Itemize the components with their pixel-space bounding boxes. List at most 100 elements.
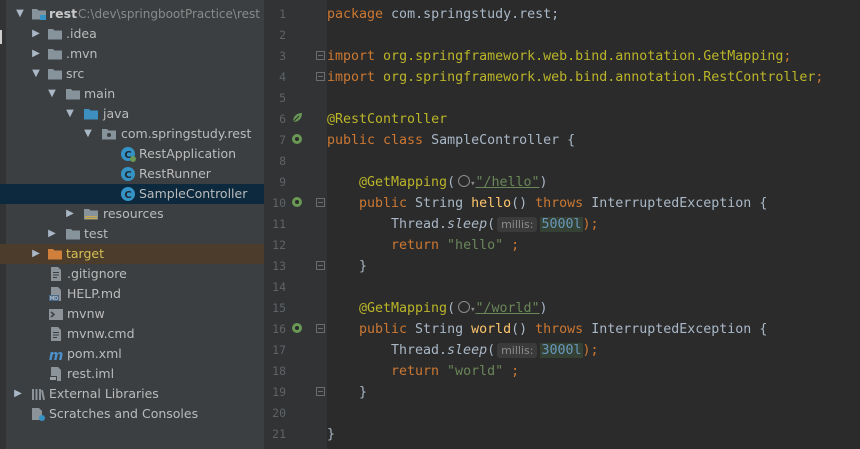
globe-icon[interactable] — [458, 175, 471, 187]
tree-item-package[interactable]: ▼ com.springstudy.rest — [0, 124, 264, 144]
line-number: 6 — [279, 112, 286, 126]
fold-marker-icon[interactable] — [316, 72, 325, 81]
svg-text:MD: MD — [50, 296, 58, 302]
tree-label-mvnw-cmd: mvnw.cmd — [67, 326, 135, 341]
chevron-right-icon[interactable]: ▶ — [30, 24, 42, 44]
fold-marker-icon[interactable] — [316, 387, 325, 396]
mapping-url[interactable]: "/world" — [476, 301, 540, 316]
tree-item-idea[interactable]: ▶ .idea — [0, 24, 264, 44]
chevron-down-icon[interactable]: ▼ — [82, 124, 94, 144]
parameter-hint: millis: — [497, 343, 538, 358]
fold-marker-icon[interactable] — [316, 324, 325, 333]
tree-root-path: C:\dev\springbootPractice\rest — [78, 7, 260, 21]
spring-run-icon[interactable] — [291, 133, 303, 145]
tree-label-external-libraries: External Libraries — [49, 386, 159, 401]
tree-item-mvn[interactable]: ▶ .mvn — [0, 44, 264, 64]
code-line-7: public class SampleController { — [327, 130, 575, 151]
tree-label-pom-xml: pom.xml — [67, 346, 122, 361]
statement-end: ); — [582, 343, 599, 358]
keyword: package — [327, 7, 384, 22]
tree-item-scratches[interactable]: Scratches and Consoles — [0, 404, 264, 424]
line-number: 2 — [279, 28, 286, 42]
tree-label-sample-controller: SampleController — [139, 186, 248, 201]
tree-item-resources[interactable]: ▶ resources — [0, 204, 264, 224]
folder-icon — [48, 49, 62, 60]
markdown-file-icon: MD — [49, 287, 61, 302]
tree-label-rest-application: RestApplication — [139, 146, 237, 161]
ide-window: { "project_tree": { "root": { "name": "r… — [0, 0, 860, 449]
method-call: sleep — [447, 343, 488, 358]
keyword: return — [391, 238, 440, 253]
tree-item-rest[interactable]: ▼ rest C:\dev\springbootPractice\rest — [0, 4, 264, 24]
tree-item-mvnw-cmd[interactable]: mvnw.cmd — [0, 324, 264, 344]
chevron-down-icon[interactable]: ▼ — [30, 64, 42, 84]
class-declaration: SampleController { — [423, 133, 576, 148]
code-line-16: public String world() throws Interrupted… — [359, 319, 767, 340]
code-line-4: import org.springframework.web.bind.anno… — [327, 67, 823, 88]
spring-endpoint-icon[interactable] — [291, 322, 303, 334]
paren: ) — [539, 175, 548, 190]
mapping-url[interactable]: "/hello" — [476, 175, 540, 190]
brace: } — [327, 427, 336, 442]
tree-label-rest-iml: rest.iml — [67, 366, 115, 381]
statement-end: ); — [582, 217, 599, 232]
spring-bean-icon[interactable] — [291, 112, 303, 124]
tree-item-pom-xml[interactable]: m pom.xml — [0, 344, 264, 364]
tree-label-resources: resources — [103, 206, 164, 221]
keyword: import — [327, 70, 376, 85]
code-editor[interactable]: package com.springstudy.rest; import org… — [327, 0, 860, 449]
annotation: @GetMapping — [359, 175, 448, 190]
libraries-icon — [32, 389, 46, 401]
tree-item-rest-iml[interactable]: rest.iml — [0, 364, 264, 384]
folder-icon — [66, 229, 80, 240]
tree-label-package: com.springstudy.rest — [121, 126, 252, 141]
folder-icon — [66, 89, 80, 100]
brace: } — [359, 259, 368, 274]
chevron-right-icon[interactable]: ▶ — [46, 224, 58, 244]
class-ref: Thread. — [391, 217, 448, 232]
tree-item-java[interactable]: ▼ java — [0, 104, 264, 124]
return-type: String — [407, 322, 472, 337]
package-icon — [102, 129, 116, 140]
tree-item-main[interactable]: ▼ main — [0, 84, 264, 104]
fold-marker-icon[interactable] — [316, 261, 325, 270]
tree-item-external-libraries[interactable]: ▶ External Libraries — [0, 384, 264, 404]
tree-item-help-md[interactable]: MD HELP.md — [0, 284, 264, 304]
tree-item-rest-runner[interactable]: C RestRunner — [0, 164, 264, 184]
code-line-21: } — [327, 424, 335, 445]
tree-item-src[interactable]: ▼ src — [0, 64, 264, 84]
editor-gutter: 1 2 3 4 5 6 7 8 9 10 11 12 13 14 15 16 1… — [264, 0, 327, 449]
chevron-right-icon[interactable]: ▶ — [12, 384, 24, 404]
chevron-down-icon[interactable]: ▼ — [64, 104, 76, 124]
spring-endpoint-icon[interactable] — [291, 196, 303, 208]
exception: InterruptedException { — [583, 322, 768, 337]
tree-item-mvnw[interactable]: mvnw — [0, 304, 264, 324]
chevron-down-icon[interactable]: ▼ — [14, 4, 26, 24]
tree-item-target[interactable]: ▶ target — [0, 244, 264, 264]
number-literal: 3000l — [540, 343, 583, 358]
string-literal: "world" — [439, 364, 504, 379]
tree-item-rest-application[interactable]: C RestApplication — [0, 144, 264, 164]
chevron-right-icon[interactable]: ▶ — [30, 244, 42, 264]
globe-icon[interactable] — [458, 301, 471, 313]
import-class: GetMapping — [703, 49, 784, 64]
tree-item-test[interactable]: ▶ test — [0, 224, 264, 244]
code-line-3: import org.springframework.web.bind.anno… — [327, 46, 791, 67]
statement-end: ; — [503, 364, 520, 379]
code-line-13: } — [359, 256, 367, 277]
import-path: org.springframework.web.bind.annotation. — [375, 49, 704, 64]
chevron-right-icon[interactable]: ▶ — [30, 44, 42, 64]
chevron-right-icon[interactable]: ▶ — [64, 204, 76, 224]
line-number: 10 — [272, 196, 286, 210]
module-folder-icon — [32, 9, 46, 20]
brace: } — [359, 385, 368, 400]
exception: InterruptedException { — [583, 196, 768, 211]
line-number: 20 — [272, 406, 286, 420]
chevron-down-icon[interactable]: ▼ — [46, 84, 58, 104]
tree-item-sample-controller[interactable]: C SampleController — [0, 184, 264, 204]
tree-label-src: src — [66, 66, 85, 81]
fold-marker-icon[interactable] — [316, 51, 325, 60]
tree-item-gitignore[interactable]: .gitignore — [0, 264, 264, 284]
fold-marker-icon[interactable] — [316, 198, 325, 207]
line-number: 19 — [272, 385, 286, 399]
